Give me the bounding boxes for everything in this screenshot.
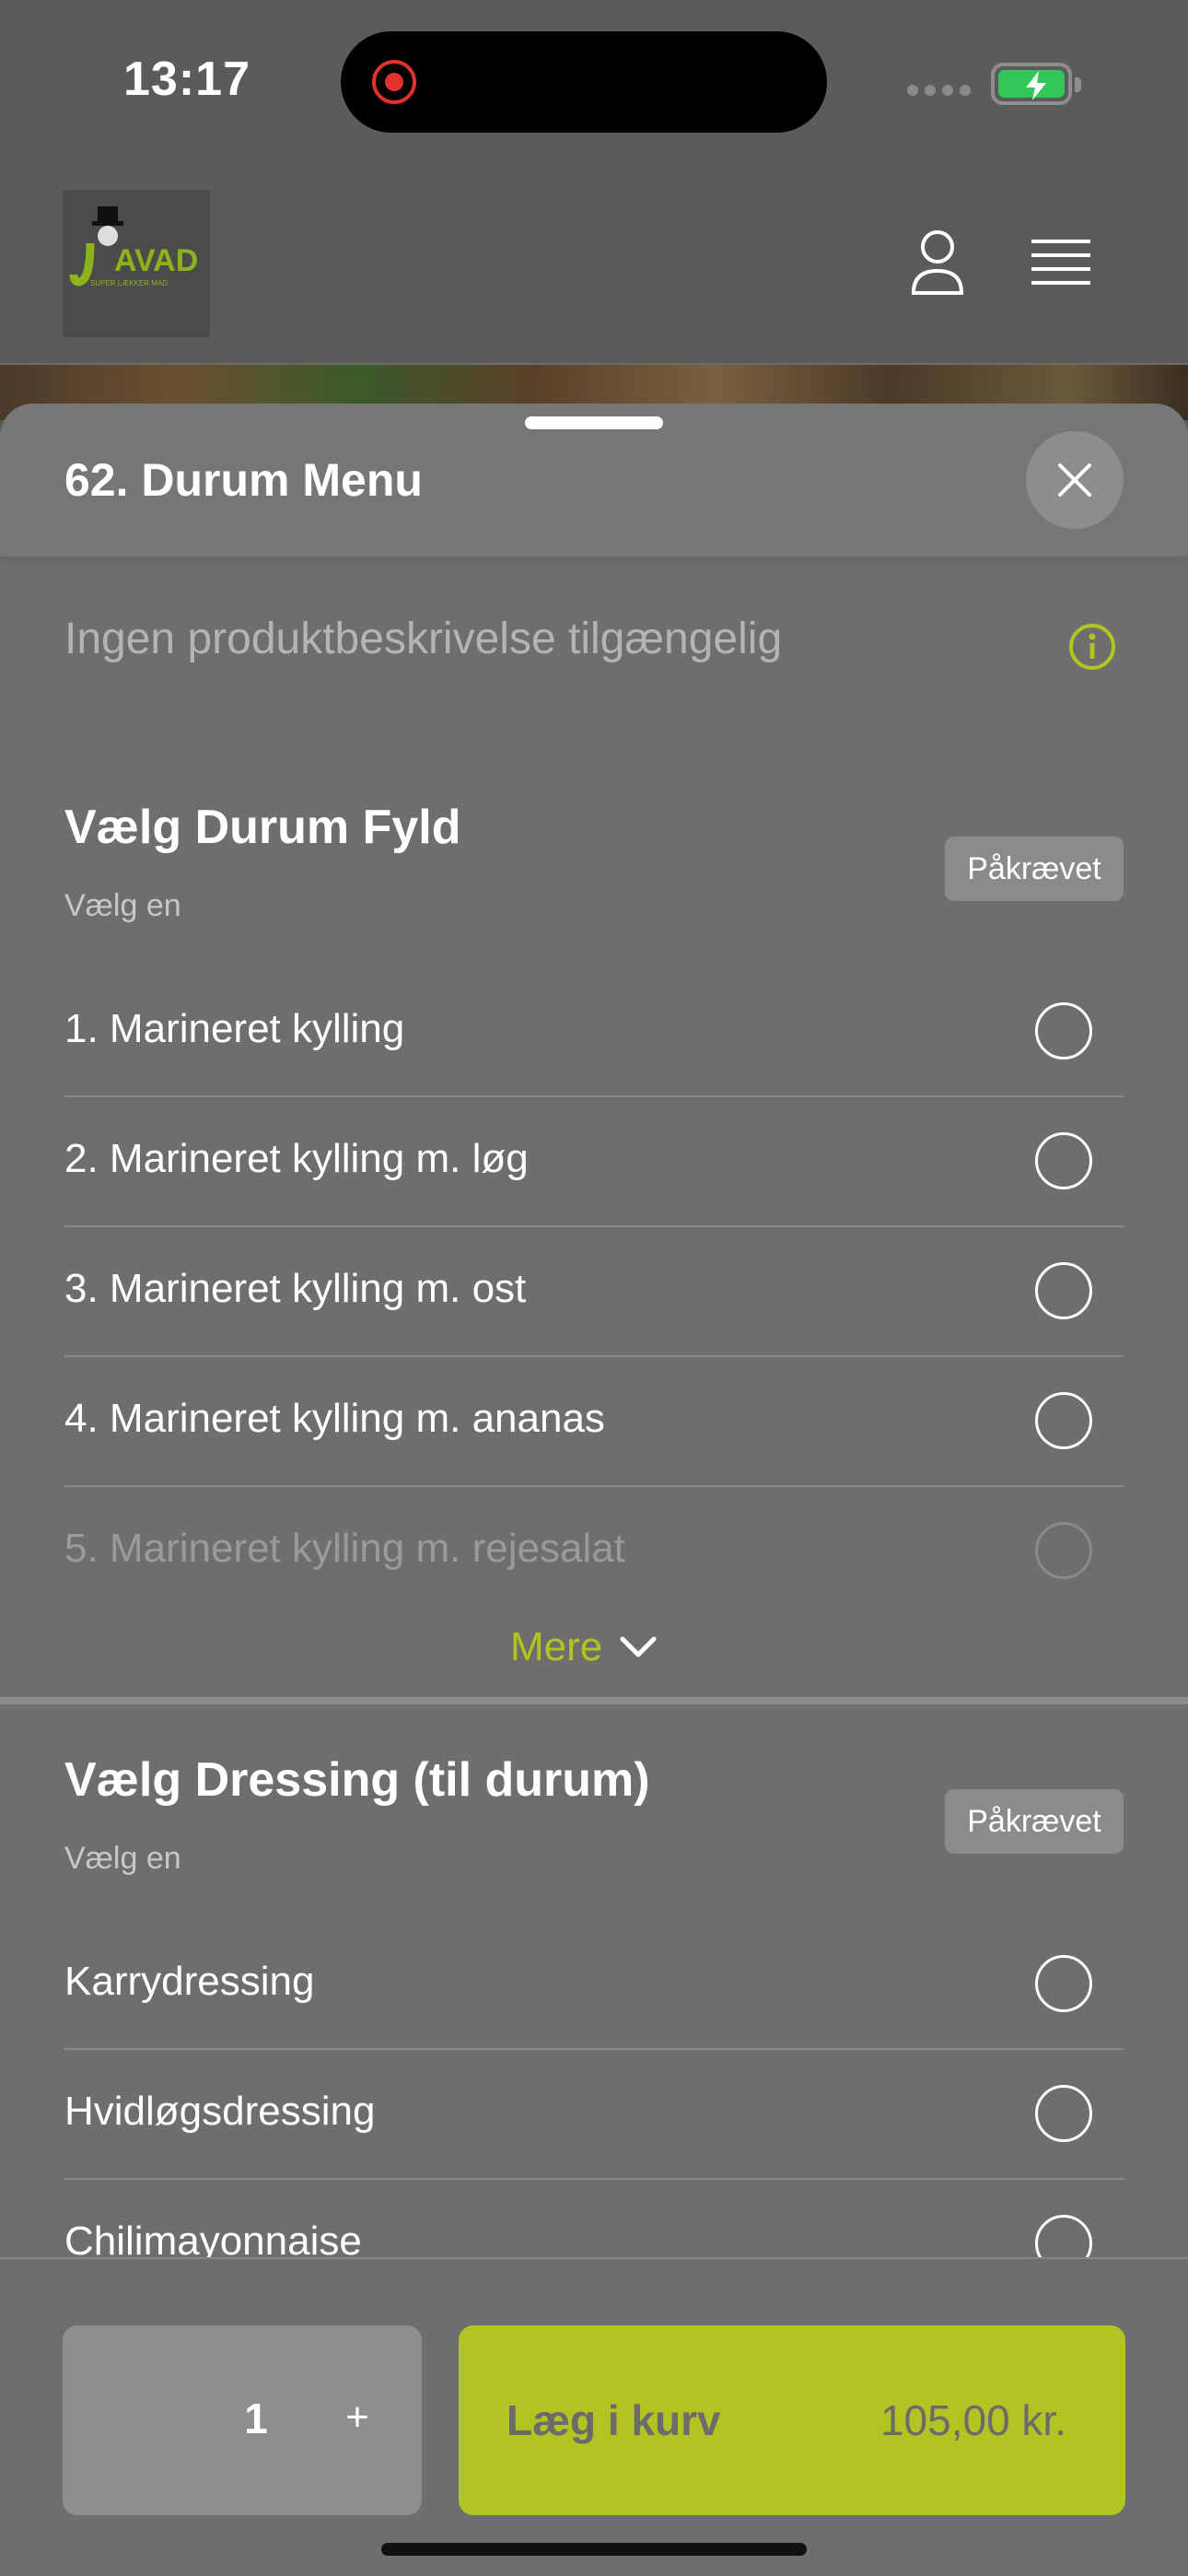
cellular-signal-icon bbox=[907, 85, 971, 96]
radio-button[interactable] bbox=[1035, 1392, 1092, 1449]
svg-text:SUPER LÆKKER MAD: SUPER LÆKKER MAD bbox=[90, 279, 168, 287]
option-item[interactable]: 2. Marineret kylling m. løg bbox=[64, 1097, 1124, 1227]
option-label: 3. Marineret kylling m. ost bbox=[64, 1266, 527, 1311]
option-label: 2. Marineret kylling m. løg bbox=[64, 1136, 529, 1181]
option-label: Hvidløgsdressing bbox=[64, 2089, 376, 2134]
status-time: 13:17 bbox=[123, 53, 250, 106]
radio-button[interactable] bbox=[1035, 1002, 1092, 1060]
option-item[interactable]: 1. Marineret kylling bbox=[64, 967, 1124, 1097]
option-label: 4. Marineret kylling m. ananas bbox=[64, 1396, 605, 1441]
group-title-dressing: Vælg Dressing (til durum) bbox=[64, 1753, 650, 1807]
required-badge: Påkrævet bbox=[945, 837, 1124, 901]
battery-charging-icon bbox=[991, 63, 1081, 105]
add-to-cart-footer: 1 + Læg i kurv 105,00 kr. bbox=[0, 2257, 1188, 2576]
option-item[interactable]: 5. Marineret kylling m. rejesalat bbox=[64, 1487, 1124, 1617]
total-price: 105,00 kr. bbox=[879, 2396, 1066, 2444]
group-subtitle: Vælg en bbox=[64, 888, 181, 923]
radio-button[interactable] bbox=[1035, 1132, 1092, 1189]
required-badge: Påkrævet bbox=[945, 1789, 1124, 1854]
show-more-button[interactable]: Mere bbox=[510, 1620, 658, 1675]
hamburger-menu-icon[interactable] bbox=[1031, 238, 1090, 286]
info-icon[interactable] bbox=[1068, 623, 1116, 671]
option-item[interactable]: Karrydressing bbox=[64, 1920, 1124, 2050]
close-icon bbox=[1058, 463, 1091, 497]
add-to-cart-button[interactable]: Læg i kurv 105,00 kr. bbox=[459, 2325, 1125, 2515]
dynamic-island bbox=[341, 31, 827, 133]
radio-button[interactable] bbox=[1035, 1955, 1092, 2012]
add-to-cart-label: Læg i kurv bbox=[507, 2396, 721, 2444]
svg-text:AVAD: AVAD bbox=[114, 243, 198, 278]
group-subtitle: Vælg en bbox=[64, 1841, 181, 1876]
option-item[interactable]: Hvidløgsdressing bbox=[64, 2050, 1124, 2180]
radio-button[interactable] bbox=[1035, 1262, 1092, 1319]
option-label: 1. Marineret kylling bbox=[64, 1006, 405, 1051]
product-title: 62. Durum Menu bbox=[64, 454, 423, 506]
brand-logo[interactable]: AVAD SUPER LÆKKER MAD bbox=[63, 190, 210, 337]
sheet-header: 62. Durum Menu bbox=[0, 404, 1188, 556]
chevron-down-icon bbox=[620, 1636, 657, 1657]
sheet-grabber[interactable] bbox=[525, 416, 663, 429]
option-item[interactable]: 3. Marineret kylling m. ost bbox=[64, 1227, 1124, 1357]
radio-button[interactable] bbox=[1035, 2085, 1092, 2142]
user-account-icon[interactable] bbox=[910, 228, 965, 297]
quantity-value: 1 bbox=[244, 2395, 268, 2442]
product-description: Ingen produktbeskrivelse tilgængelig bbox=[64, 615, 783, 663]
group-divider bbox=[0, 1697, 1188, 1704]
group-title-durum-fyld: Vælg Durum Fyld bbox=[64, 801, 461, 854]
show-more-label: Mere bbox=[510, 1624, 603, 1669]
product-sheet: 62. Durum Menu Ingen produktbeskrivelse … bbox=[0, 404, 1188, 2576]
option-item[interactable]: 4. Marineret kylling m. ananas bbox=[64, 1357, 1124, 1487]
radio-button[interactable] bbox=[1035, 1522, 1092, 1579]
option-label: 5. Marineret kylling m. rejesalat bbox=[64, 1526, 625, 1571]
site-header: AVAD SUPER LÆKKER MAD bbox=[0, 157, 1188, 365]
close-button[interactable] bbox=[1026, 431, 1124, 529]
home-indicator[interactable] bbox=[381, 2543, 807, 2556]
quantity-stepper: 1 + bbox=[63, 2325, 422, 2515]
status-bar: 13:17 bbox=[0, 0, 1188, 157]
increment-button[interactable]: + bbox=[330, 2390, 385, 2445]
recording-icon bbox=[372, 60, 416, 104]
option-label: Karrydressing bbox=[64, 1959, 315, 2004]
